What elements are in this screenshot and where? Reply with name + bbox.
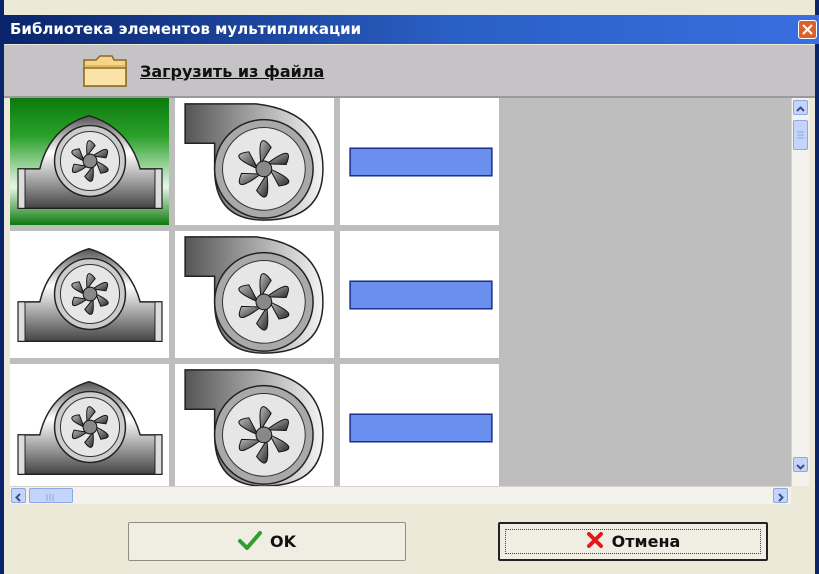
chevron-up-icon (796, 106, 805, 112)
folder-icon (83, 55, 127, 87)
grip-icon (46, 494, 54, 501)
dialog-footer: OK Отмена (4, 504, 815, 574)
fan-pipe-icon (17, 247, 163, 343)
library-item-fan-pipe[interactable] (10, 231, 172, 361)
checkmark-icon (238, 530, 262, 554)
chevron-down-icon (796, 464, 805, 470)
scroll-up-button[interactable] (793, 100, 808, 115)
close-button[interactable] (798, 20, 817, 39)
close-icon (802, 24, 813, 35)
fan-pipe-icon (17, 114, 163, 210)
cancel-button[interactable]: Отмена (498, 522, 768, 561)
library-item-fan-blower[interactable] (175, 231, 337, 361)
toolbar: Загрузить из файла (4, 45, 815, 98)
ok-button[interactable]: OK (128, 522, 406, 561)
scroll-down-button[interactable] (793, 457, 808, 472)
library-item-fan-pipe[interactable] (10, 364, 172, 486)
fan-blower-icon (184, 369, 324, 486)
vertical-scroll-thumb[interactable] (793, 120, 808, 150)
ok-label: OK (270, 532, 296, 551)
library-item-bar[interactable] (340, 364, 502, 486)
vertical-scrollbar[interactable] (791, 98, 809, 486)
library-item-fan-blower[interactable] (175, 98, 337, 228)
window-title: Библиотека элементов мультипликации (10, 20, 362, 38)
title-bar[interactable]: Библиотека элементов мультипликации (0, 15, 819, 44)
library-item-bar[interactable] (340, 98, 502, 228)
scrollbar-corner (791, 486, 808, 503)
load-from-file-button[interactable]: Загрузить из файла (82, 54, 324, 88)
fan-blower-icon (184, 236, 324, 354)
scroll-right-button[interactable] (773, 488, 788, 503)
fan-blower-icon (184, 103, 324, 221)
focus-ring (505, 529, 761, 554)
chevron-left-icon (15, 493, 21, 502)
scroll-left-button[interactable] (11, 488, 26, 503)
fan-pipe-icon (17, 380, 163, 476)
library-item-fan-blower[interactable] (175, 364, 337, 486)
bar-icon (349, 413, 493, 443)
bar-icon (349, 280, 493, 310)
horizontal-scroll-thumb[interactable] (29, 488, 73, 503)
chevron-right-icon (778, 493, 784, 502)
load-from-file-label: Загрузить из файла (140, 61, 325, 81)
grip-icon (797, 131, 804, 139)
bar-icon (349, 147, 493, 177)
library-item-fan-pipe[interactable] (10, 98, 172, 228)
library-item-bar[interactable] (340, 231, 502, 361)
horizontal-scrollbar[interactable] (10, 486, 791, 504)
library-grid (10, 98, 791, 486)
